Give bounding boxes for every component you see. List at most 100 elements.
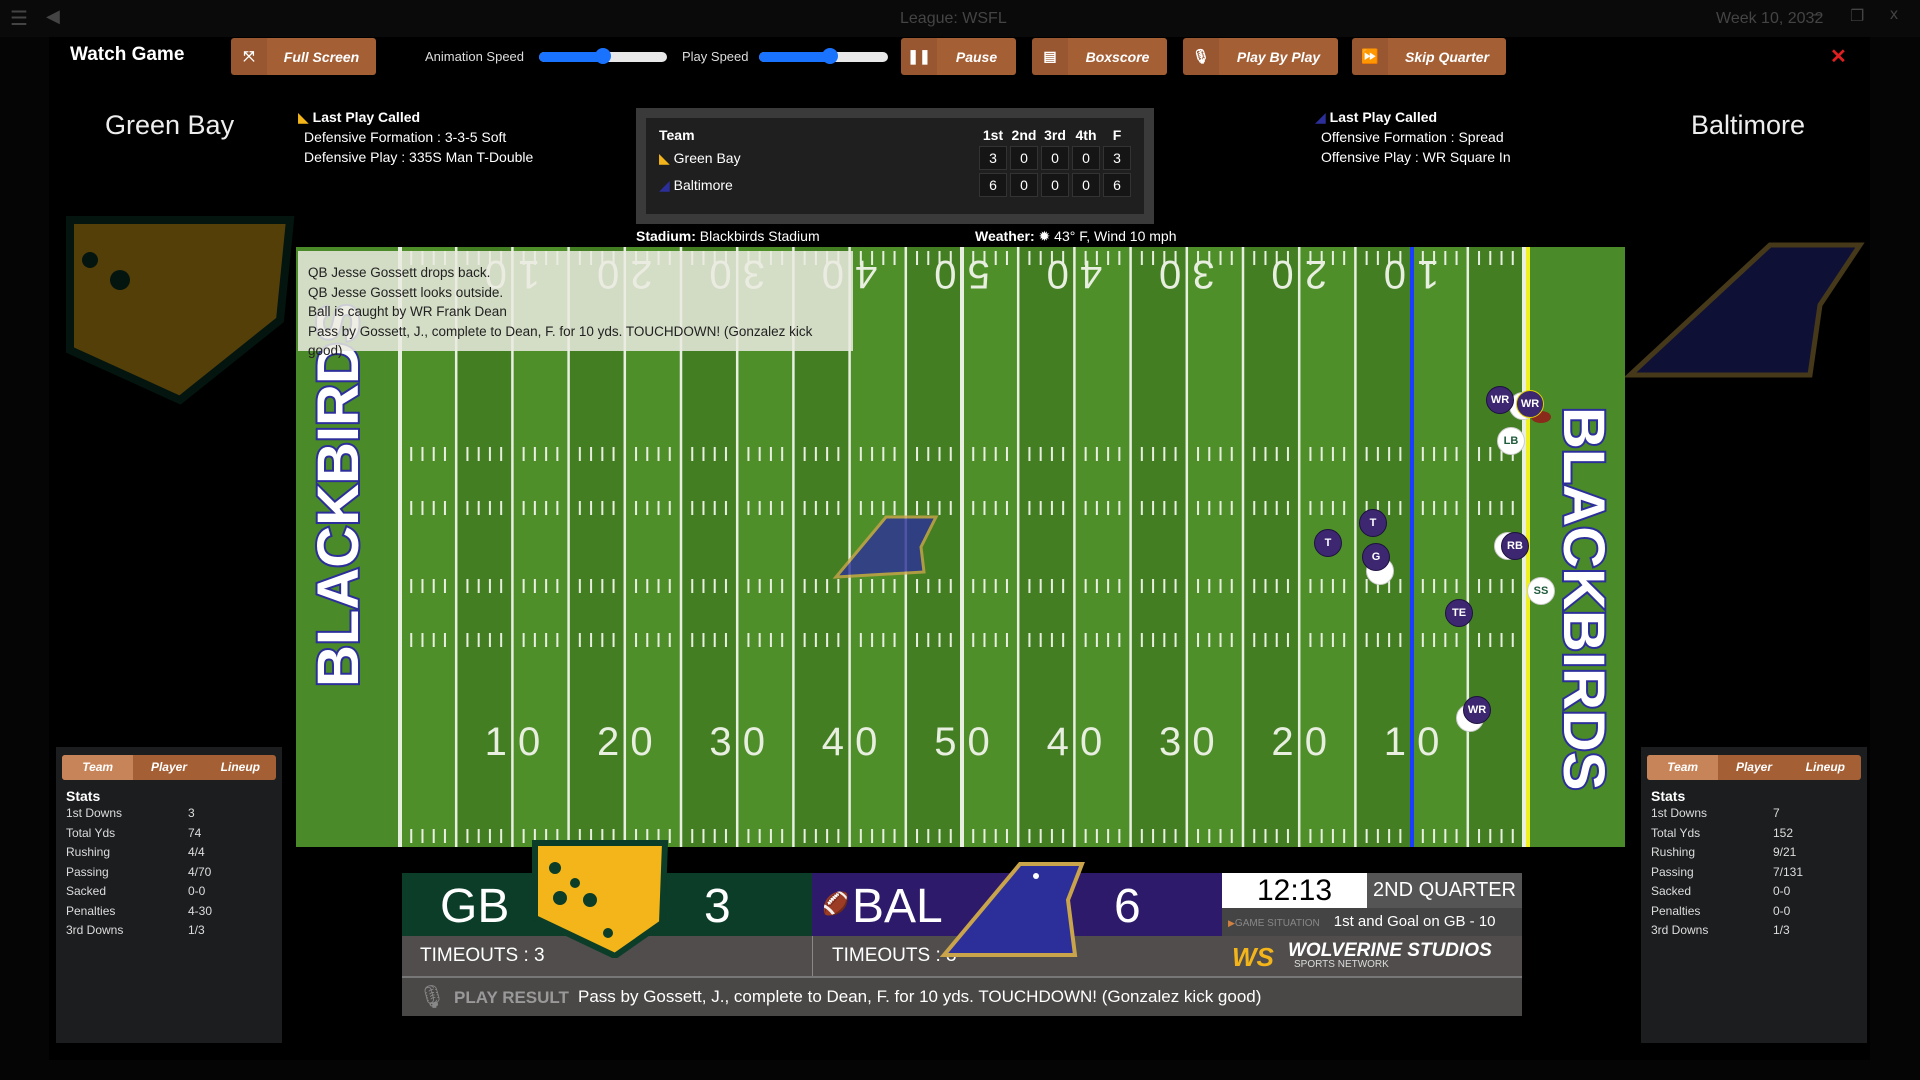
yard-number: 3 0 [709, 720, 765, 764]
brand-sub: SPORTS NETWORK [1294, 959, 1389, 970]
stat-row: Sacked 0-0 [62, 884, 276, 904]
stats-title: Stats [66, 788, 101, 804]
stat-row: Sacked 0-0 [1647, 884, 1861, 904]
stat-value: 0-0 [188, 884, 206, 898]
animation-speed-slider[interactable] [539, 48, 667, 64]
away-last-play: ◢ Last Play Called Offensive Formation :… [1315, 107, 1511, 167]
slider-knob[interactable] [822, 48, 838, 64]
stat-value: 1/3 [188, 923, 205, 937]
play-speed-slider[interactable] [759, 48, 888, 64]
possession-football-icon: 🏈 [822, 891, 850, 916]
stat-row: Total Yds 152 [1647, 826, 1861, 846]
league-label: League: WSFL [900, 10, 1007, 27]
full-screen-button[interactable]: ⤧ Full Screen [231, 38, 376, 75]
home-stats-panel: Team Player Lineup Stats 1st Downs 3 Total Y… [56, 747, 282, 1043]
left-endzone-text: BLACKBIRDS [306, 304, 371, 687]
stat-value: 4-30 [188, 903, 213, 918]
stat-label: Passing [66, 864, 109, 879]
stat-label: 3rd Downs [66, 923, 124, 937]
score-cell: 3 [1103, 146, 1131, 170]
team-name: Baltimore [673, 176, 733, 193]
stadium-label: Stadium: [636, 228, 696, 244]
yard-number: 4 0 [1047, 720, 1103, 764]
pause-button[interactable]: ❚❚ Pause [901, 38, 1016, 75]
header-final: F [1112, 127, 1122, 143]
boxscore-panel: Team 1st 2nd 3rd 4th F ◣ Green Bay 3 0 0 0 3 ◢ Bal… [636, 108, 1154, 224]
stat-row: Rushing 9/21 [1647, 845, 1861, 865]
close-button[interactable]: ✕ [1830, 44, 1847, 69]
player-token: G [1362, 543, 1390, 571]
stat-label: Penalties [66, 903, 116, 918]
tab-team[interactable]: Team [1647, 755, 1719, 780]
home-timeouts: TIMEOUTS : 3 [420, 945, 545, 966]
menu-icon[interactable]: ☰ [10, 6, 28, 31]
stat-label: 3rd Downs [1651, 923, 1709, 937]
full-screen-label: Full Screen [283, 48, 360, 65]
player-token: WR [1463, 696, 1491, 724]
log-line: Pass by Gossett, J., complete to Dean, F… [308, 323, 813, 359]
boxscore-row: ◢ Baltimore 6 0 0 0 6 [659, 173, 1131, 197]
stat-row: Penalties 4-30 [62, 904, 276, 924]
away-stats-panel: Team Player Lineup Stats 1st Downs 7 Total Y… [1641, 747, 1867, 1043]
yard-number: 3 0 [1159, 720, 1215, 764]
last-play-heading: Last Play Called [312, 109, 421, 125]
stat-value: 7 [1773, 806, 1780, 820]
cheese-icon: ◣ [659, 149, 670, 166]
skip-quarter-button[interactable]: ⏩ Skip Quarter [1352, 38, 1506, 75]
play-speed-label: Play Speed [682, 49, 749, 64]
score-cell: 0 [1041, 173, 1069, 197]
animation-speed-label: Animation Speed [425, 49, 525, 64]
green-bay-cheese-logo [532, 840, 669, 958]
tab-lineup[interactable]: Lineup [1790, 755, 1861, 780]
expand-icon: ⤧ [231, 38, 267, 75]
stat-label: Total Yds [66, 825, 116, 840]
play-result-label: PLAY RESULT [454, 988, 569, 1007]
bird-icon: ◢ [659, 176, 670, 193]
stat-row: 1st Downs 3 [62, 806, 276, 826]
fast-forward-icon: ⏩ [1352, 38, 1388, 75]
stat-label: Sacked [1651, 884, 1692, 898]
weather-value: 43° F, Wind 10 mph [1054, 228, 1177, 244]
stat-row: Total Yds 74 [62, 826, 276, 846]
stat-row: 3rd Downs 1/3 [1647, 923, 1861, 943]
defensive-play: Defensive Play : 335S Man T-Double [304, 149, 534, 165]
tab-lineup[interactable]: Lineup [205, 755, 276, 780]
tab-team[interactable]: Team [62, 755, 134, 780]
score-cell: 6 [979, 173, 1007, 197]
yard-number: 4 0 [822, 720, 878, 764]
stat-value: 4/70 [188, 864, 212, 879]
boxscore-button[interactable]: ▤ Boxscore [1032, 38, 1167, 75]
minimize-button[interactable]: – [1812, 6, 1821, 24]
log-line: Ball is caught by WR Frank Dean [308, 304, 507, 319]
header-team: Team [659, 127, 695, 143]
window-close-button[interactable]: x [1890, 6, 1898, 24]
slider-knob[interactable] [595, 48, 611, 64]
offensive-play: Offensive Play : WR Square In [1321, 149, 1511, 165]
score-cell: 0 [1010, 146, 1038, 170]
home-last-play: ◣ Last Play Called Defensive Formation :… [298, 107, 533, 167]
tab-player[interactable]: Player [1718, 755, 1789, 780]
player-token: WR [1486, 386, 1514, 414]
player-token: WR [1516, 390, 1544, 418]
header-q1: 1st [982, 127, 1004, 143]
yard-number: 1 0 [485, 720, 541, 764]
stat-row: Passing 4/70 [62, 865, 276, 885]
yard-number: 2 0 [597, 720, 653, 764]
away-team-name: Baltimore [1691, 110, 1806, 140]
stat-label: Passing [1651, 864, 1694, 879]
week-label: Week 10, 2032 [1716, 10, 1824, 27]
home-score: 3 [704, 880, 731, 933]
restore-button[interactable]: ❐ [1850, 6, 1864, 26]
score-cell: 0 [1010, 173, 1038, 197]
bird-icon: ◢ [1315, 109, 1326, 125]
stat-label: Rushing [1651, 845, 1696, 859]
play-by-play-button[interactable]: 🎙 Play By Play [1183, 38, 1338, 75]
sun-icon: ✹ [1038, 228, 1051, 244]
stat-value: 7/131 [1773, 864, 1804, 879]
yard-number: 5 0 [934, 720, 990, 764]
stat-label: Penalties [1651, 903, 1701, 918]
log-line: QB Jesse Gossett drops back. [308, 265, 491, 280]
back-icon[interactable]: ◀ [46, 6, 60, 27]
tab-player[interactable]: Player [133, 755, 204, 780]
home-abbr: GB [440, 880, 510, 933]
